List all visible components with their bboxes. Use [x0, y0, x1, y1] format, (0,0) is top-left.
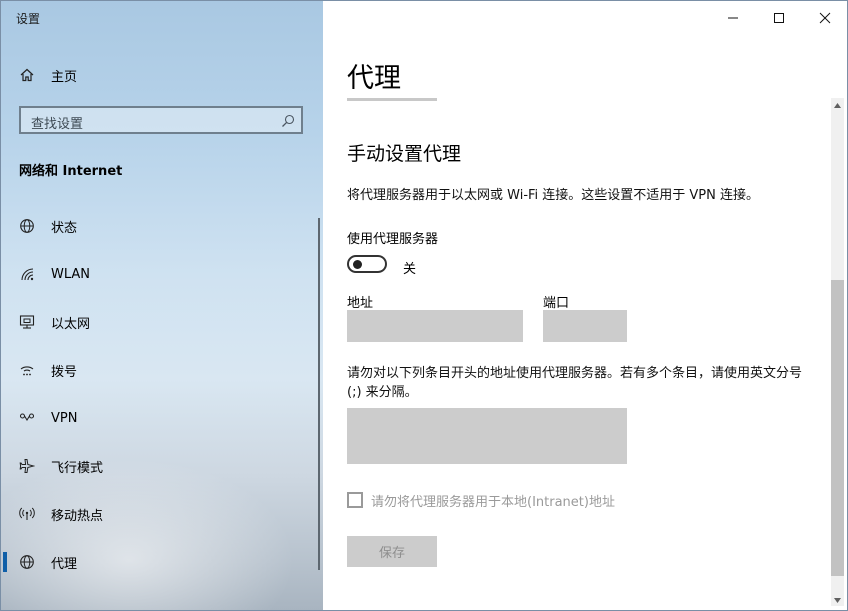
sidebar-item-label: 状态 [51, 220, 78, 236]
save-button[interactable]: 保存 [347, 536, 437, 567]
search-input[interactable]: 查找设置 [19, 106, 303, 134]
globe-icon [20, 555, 34, 569]
sidebar-item-label: 代理 [51, 556, 78, 572]
maximize-button[interactable] [756, 6, 802, 30]
sidebar-home[interactable]: 主页 [19, 64, 77, 86]
port-label: 端口 [543, 296, 570, 311]
sidebar-scrollbar[interactable] [318, 218, 320, 570]
sidebar-item-ethernet[interactable]: 以太网 [0, 302, 316, 342]
sidebar-item-label: 拨号 [51, 364, 78, 380]
home-icon [20, 68, 34, 82]
address-label: 地址 [347, 296, 374, 311]
sidebar-group-title: 网络和 Internet [19, 164, 123, 179]
local-address-checkbox[interactable] [347, 492, 363, 508]
ethernet-icon [19, 315, 35, 329]
sidebar-item-vpn[interactable]: VPN [0, 398, 316, 438]
proxy-description: 将代理服务器用于以太网或 Wi-Fi 连接。这些设置不适用于 VPN 连接。 [347, 188, 760, 203]
page-title: 代理 [347, 63, 401, 94]
airplane-icon [19, 459, 35, 473]
chevron-down-icon [834, 597, 841, 603]
sidebar-home-label: 主页 [51, 69, 78, 85]
local-address-checkbox-label: 请勿将代理服务器用于本地(Intranet)地址 [371, 494, 615, 510]
scrollbar-thumb[interactable] [831, 280, 844, 576]
sidebar: 设置 主页 查找设置 网络和 Internet 状态 WLAN 以太网 拨号 V… [0, 0, 323, 611]
sidebar-item-label: 飞行模式 [51, 460, 104, 476]
sidebar-item-wlan[interactable]: WLAN [0, 254, 316, 294]
wifi-icon [21, 268, 34, 281]
sidebar-item-dialup[interactable]: 拨号 [0, 350, 316, 390]
scroll-up-arrow[interactable] [831, 100, 844, 110]
search-placeholder: 查找设置 [31, 117, 84, 132]
close-button[interactable] [802, 6, 848, 30]
sidebar-item-label: 移动热点 [51, 508, 104, 524]
chevron-up-icon [834, 102, 841, 108]
active-indicator [3, 552, 7, 572]
dialup-icon [20, 366, 34, 376]
sidebar-item-label: WLAN [51, 266, 91, 282]
local-address-option[interactable]: 请勿将代理服务器用于本地(Intranet)地址 [347, 490, 615, 510]
hotspot-icon [19, 507, 35, 520]
sidebar-item-proxy[interactable]: 代理 [0, 542, 316, 582]
toggle-knob [353, 260, 362, 269]
scroll-down-arrow[interactable] [831, 595, 844, 605]
minimize-icon [728, 17, 738, 19]
search-icon[interactable] [281, 114, 295, 128]
toggle-state-label: 关 [403, 262, 417, 277]
title-divider [347, 98, 437, 101]
minimize-button[interactable] [710, 6, 756, 30]
app-title: 设置 [16, 12, 41, 26]
address-input[interactable] [347, 310, 523, 342]
sidebar-item-airplane[interactable]: 飞行模式 [0, 446, 316, 486]
exceptions-input[interactable] [347, 408, 627, 464]
globe-status-icon [20, 219, 34, 233]
main-content: 代理 手动设置代理 将代理服务器用于以太网或 Wi-Fi 连接。这些设置不适用于… [323, 0, 848, 611]
maximize-icon [774, 13, 784, 23]
sidebar-item-label: 以太网 [51, 316, 91, 332]
exceptions-description: 请勿对以下列条目开头的地址使用代理服务器。若有多个条目，请使用英文分号 (;) … [347, 366, 803, 400]
port-input[interactable] [543, 310, 627, 342]
settings-window: 设置 主页 查找设置 网络和 Internet 状态 WLAN 以太网 拨号 V… [0, 0, 848, 611]
vpn-icon [19, 413, 35, 422]
use-proxy-label: 使用代理服务器 [347, 232, 439, 247]
window-controls [710, 6, 848, 30]
sidebar-item-label: VPN [51, 410, 78, 426]
use-proxy-toggle[interactable] [347, 255, 387, 273]
close-icon [819, 12, 831, 24]
sidebar-item-hotspot[interactable]: 移动热点 [0, 494, 316, 534]
section-title: 手动设置代理 [347, 143, 462, 165]
main-scrollbar[interactable] [831, 98, 844, 606]
sidebar-item-status[interactable]: 状态 [0, 206, 316, 246]
